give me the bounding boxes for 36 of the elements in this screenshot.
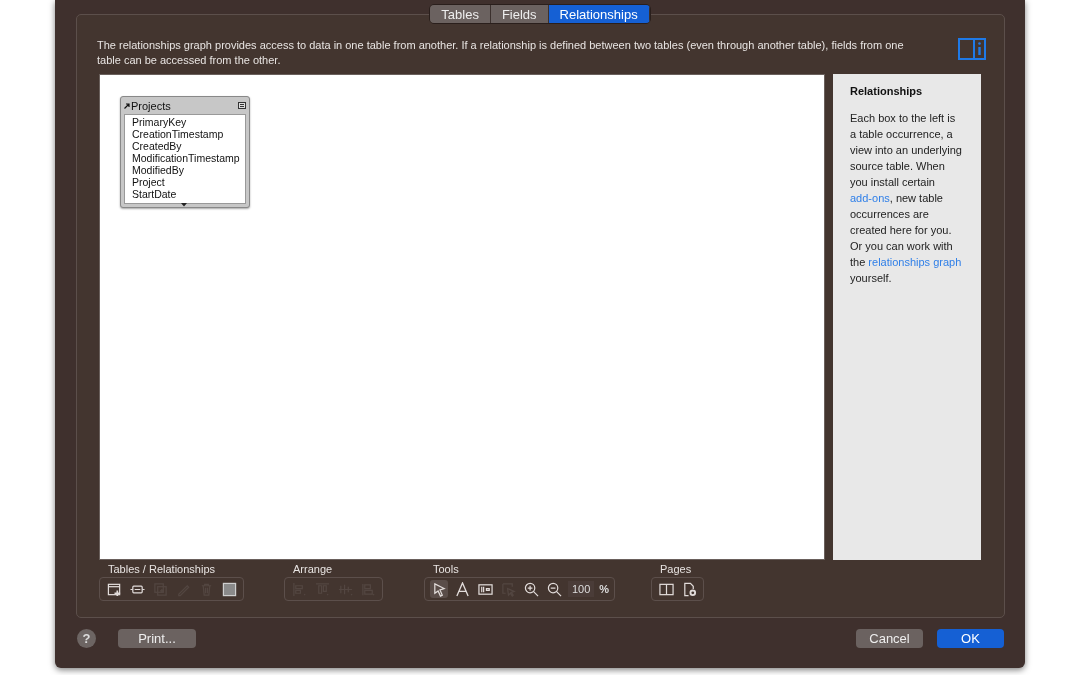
field-name: CreatedBy (132, 140, 183, 152)
help-title: Relationships (850, 85, 924, 97)
tab[interactable]: Relationships (548, 5, 650, 23)
percent-label: % (599, 583, 610, 595)
field-name: CreationTimestamp (132, 128, 225, 140)
table-name: Projects (131, 99, 172, 112)
field-name: PrimaryKey (132, 116, 188, 128)
color-swatch-icon[interactable] (220, 580, 238, 598)
field-name: StartDate (132, 188, 178, 200)
collapse-icon[interactable] (238, 102, 246, 109)
group-label: Pages (659, 562, 693, 577)
tab[interactable]: Fields (490, 5, 549, 23)
text-tool-icon[interactable] (453, 580, 471, 598)
help-text: Each box to the left is a table occurrence, a view into an underlying source table. When you install certain add-ons, new table occurrences are created here for you. Or you can work with the relationships graph yourself. (850, 111, 962, 286)
scroll-down-icon[interactable] (180, 202, 188, 207)
group-label: Tables / Relationships (107, 562, 216, 577)
table-occurrence[interactable]: Projects PrimaryKey CreationTimestamp CreatedBy ModificationTimestamp ModifiedBy Project StartDate (120, 96, 250, 208)
sidebar-toggle-icon[interactable] (958, 38, 986, 60)
help-button[interactable]: ? (77, 629, 96, 648)
pointer-icon[interactable] (430, 580, 448, 598)
field-name: Project (132, 176, 166, 188)
arrow-icon (124, 102, 130, 109)
print-button[interactable]: Print... (118, 629, 196, 648)
zoom-in-icon[interactable] (522, 580, 540, 598)
help-link[interactable]: relationships graph (868, 256, 962, 268)
group-label: Arrange (292, 562, 334, 577)
description-text: The relationships graph provides access to data in one table from another. If a relationship is defined between two tables (even through another table), fields from one table can be accessed from the other. (97, 38, 905, 68)
help-link[interactable]: add-ons (850, 192, 890, 204)
zoom-out-icon[interactable] (545, 580, 563, 598)
zoom-field[interactable]: 100 (568, 581, 595, 597)
field-name: ModifiedBy (132, 164, 185, 176)
ok-button[interactable]: OK (937, 629, 1004, 648)
cancel-button[interactable]: Cancel (856, 629, 923, 648)
field-name: ModificationTimestamp (132, 152, 241, 164)
group-label: Tools (432, 562, 460, 577)
tab[interactable]: Tables (430, 5, 491, 23)
